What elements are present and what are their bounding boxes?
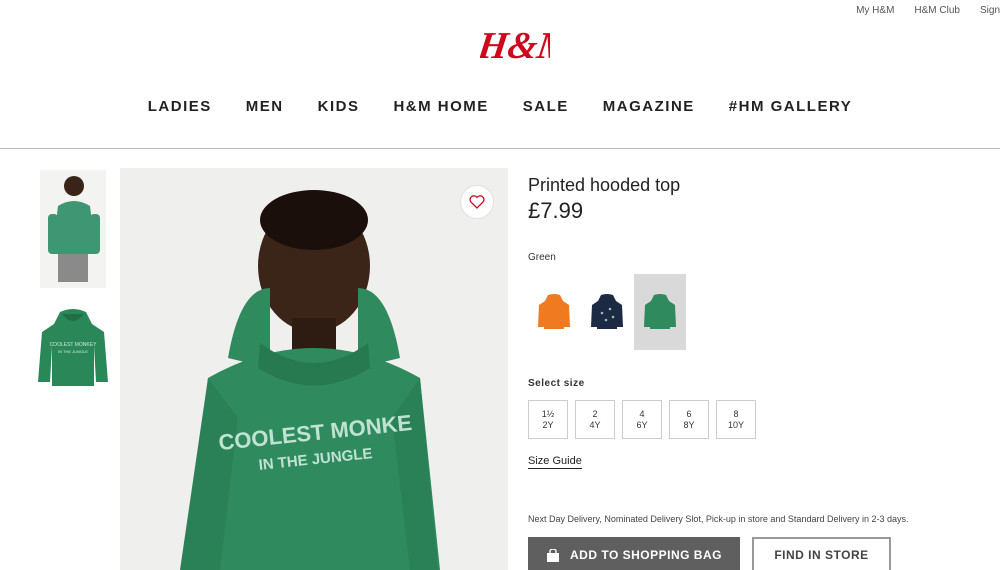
nav-kids[interactable]: KIDS bbox=[301, 98, 377, 115]
color-swatches bbox=[528, 274, 686, 350]
nav-men[interactable]: MEN bbox=[229, 98, 301, 115]
favourite-button[interactable] bbox=[460, 185, 494, 219]
shopping-bag-icon bbox=[547, 548, 560, 562]
hoodie-thumb-image: COOLEST MONKEY IN THE JUNGLE bbox=[38, 309, 108, 386]
model-thumb-image bbox=[48, 176, 100, 282]
add-to-bag-button[interactable]: ADD TO SHOPPING BAG bbox=[528, 537, 740, 570]
size-options: 1½ 2Y 2 4Y 4 6Y 6 8Y 8 10Y bbox=[528, 400, 756, 439]
delivery-info: Next Day Delivery, Nominated Delivery Sl… bbox=[528, 514, 909, 524]
navy-hoodie-icon bbox=[591, 294, 623, 329]
svg-text:IN THE JUNGLE: IN THE JUNGLE bbox=[58, 349, 88, 354]
sign-in-link[interactable]: Sign bbox=[980, 5, 1000, 16]
size-option[interactable]: 6 8Y bbox=[669, 400, 709, 439]
orange-hoodie-icon bbox=[538, 294, 570, 329]
select-size-label: Select size bbox=[528, 378, 585, 389]
nav-ladies[interactable]: LADIES bbox=[131, 98, 229, 115]
header-divider bbox=[0, 148, 1000, 149]
heart-icon bbox=[469, 195, 485, 209]
thumbnail-model[interactable] bbox=[40, 170, 106, 288]
logo-text: H&M bbox=[480, 25, 550, 67]
nav-hm-gallery[interactable]: #HM GALLERY bbox=[712, 98, 869, 115]
model-in-hoodie-image: COOLEST MONKE IN THE JUNGLE bbox=[180, 190, 440, 570]
selected-color-label: Green bbox=[528, 252, 556, 263]
swatch-green[interactable] bbox=[634, 274, 686, 350]
hm-club-link[interactable]: H&M Club bbox=[914, 5, 960, 16]
add-to-bag-label: ADD TO SHOPPING BAG bbox=[570, 548, 722, 562]
my-hm-link[interactable]: My H&M bbox=[856, 5, 894, 16]
find-in-store-button[interactable]: FIND IN STORE bbox=[752, 537, 891, 570]
product-price: £7.99 bbox=[528, 198, 584, 223]
hm-logo[interactable]: H&M bbox=[480, 20, 550, 70]
size-guide-link[interactable]: Size Guide bbox=[528, 455, 582, 469]
svg-text:COOLEST MONKEY: COOLEST MONKEY bbox=[50, 342, 98, 348]
utility-links: My H&M H&M Club Sign bbox=[856, 5, 1000, 16]
size-option[interactable]: 1½ 2Y bbox=[528, 400, 568, 439]
green-hoodie-icon bbox=[644, 294, 676, 329]
size-option[interactable]: 2 4Y bbox=[575, 400, 615, 439]
main-nav: LADIES MEN KIDS H&M HOME SALE MAGAZINE #… bbox=[0, 98, 1000, 115]
nav-sale[interactable]: SALE bbox=[506, 98, 586, 115]
product-main-image: COOLEST MONKE IN THE JUNGLE bbox=[120, 168, 508, 570]
product-title: Printed hooded top bbox=[528, 175, 681, 195]
nav-hm-home[interactable]: H&M HOME bbox=[376, 98, 505, 115]
swatch-orange[interactable] bbox=[528, 274, 580, 350]
nav-magazine[interactable]: MAGAZINE bbox=[586, 98, 712, 115]
size-option[interactable]: 8 10Y bbox=[716, 400, 756, 439]
size-option[interactable]: 4 6Y bbox=[622, 400, 662, 439]
swatch-navy[interactable] bbox=[581, 274, 633, 350]
thumbnail-hoodie[interactable]: COOLEST MONKEY IN THE JUNGLE bbox=[34, 306, 112, 390]
